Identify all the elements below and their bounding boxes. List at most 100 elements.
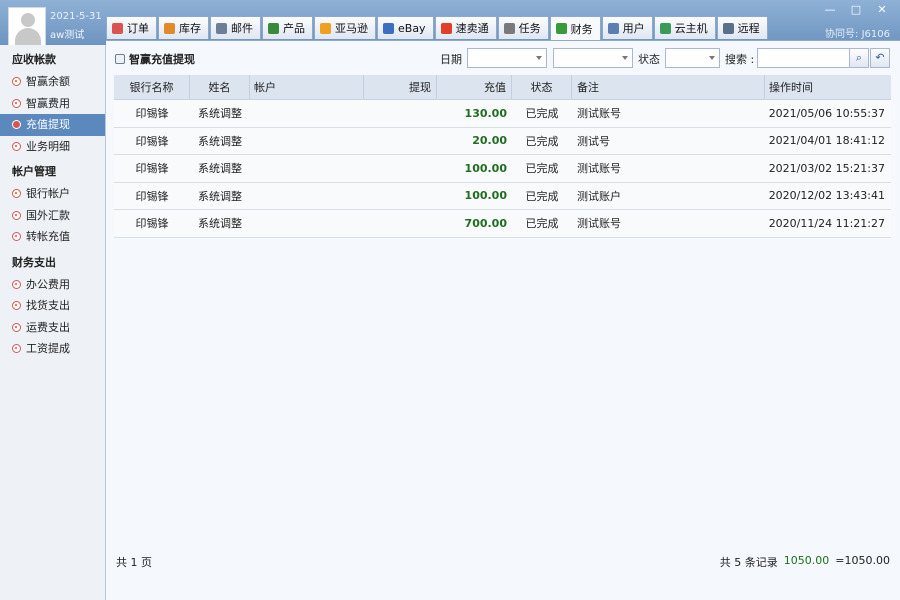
module-tabs: 订单 库存 邮件 产品 亚马逊 eBay 速卖通 任务 财务 用户 云主机 远程 xyxy=(106,16,769,40)
sidebar-item[interactable]: 找货支出 xyxy=(0,295,105,317)
sidebar-item[interactable]: 银行帐户 xyxy=(0,183,105,205)
main-panel: 智赢充值提现 日期 状态 搜索 : ⌕ ↶ 银行名称 姓名 帐户 提现 充值 状… xyxy=(106,40,900,600)
tab-aliexpress[interactable]: 速卖通 xyxy=(434,16,497,39)
tab-finance[interactable]: 财务 xyxy=(549,16,601,40)
col-note[interactable]: 备注 xyxy=(572,75,765,99)
sidebar-item-label: 办公费用 xyxy=(26,277,70,291)
product-icon xyxy=(268,22,279,34)
table-row[interactable]: 印锡锋 系统调整 100.00 已完成 测试账号 2021/03/02 15:21:37 xyxy=(114,155,891,183)
back-arrow-icon: ↶ xyxy=(875,51,885,64)
minimize-button[interactable]: — xyxy=(822,3,838,17)
sidebar-item[interactable]: 智赢费用 xyxy=(0,93,105,115)
mail-icon xyxy=(216,22,227,34)
maximize-button[interactable]: □ xyxy=(848,3,864,17)
inventory-icon xyxy=(164,22,175,34)
sidebar-item-label: 运费支出 xyxy=(26,320,70,334)
sidebar-item[interactable]: 业务明细 xyxy=(0,136,105,158)
cell-bank: 印锡锋 xyxy=(135,107,169,121)
search-button[interactable]: ⌕ xyxy=(849,48,869,68)
cell-bank: 印锡锋 xyxy=(135,134,169,148)
tab-product[interactable]: 产品 xyxy=(262,16,313,39)
col-withdraw[interactable]: 提现 xyxy=(364,75,437,99)
sidebar-section-title: 财务支出 xyxy=(12,255,56,269)
bullet-icon xyxy=(12,120,21,130)
bullet-icon xyxy=(12,279,21,289)
bullet-icon xyxy=(12,210,21,220)
page-title: 智赢充值提现 xyxy=(115,51,195,67)
tab-user[interactable]: 用户 xyxy=(601,16,653,39)
tab-label: 订单 xyxy=(127,22,149,35)
sidebar-item[interactable]: 工资提成 xyxy=(0,338,105,360)
bullet-icon xyxy=(12,232,21,242)
chevron-down-icon xyxy=(622,56,628,60)
table-row[interactable]: 印锡锋 系统调整 130.00 已完成 测试账号 2021/05/06 10:55:37 xyxy=(114,100,891,128)
bullet-icon xyxy=(12,322,21,332)
table-row[interactable]: 印锡锋 系统调整 100.00 已完成 测试账户 2020/12/02 13:43:41 xyxy=(114,182,891,210)
col-charge[interactable]: 充值 xyxy=(437,75,512,99)
sidebar-item[interactable]: 转帐充值 xyxy=(0,226,105,248)
sidebar-item[interactable]: 充值提现 xyxy=(0,114,105,136)
cell-account xyxy=(250,183,364,210)
tab-label: 亚马逊 xyxy=(335,22,368,35)
cell-time: 2020/12/02 13:43:41 xyxy=(768,189,885,203)
cell-time: 2021/03/02 15:21:37 xyxy=(768,161,885,175)
sidebar-item[interactable]: 运费支出 xyxy=(0,317,105,339)
tab-remote[interactable]: 远程 xyxy=(716,16,768,39)
record-count: 共 5 条记录 xyxy=(719,556,778,569)
date-to-select[interactable] xyxy=(553,48,633,68)
col-status[interactable]: 状态 xyxy=(512,75,572,99)
cell-status: 已完成 xyxy=(525,162,559,176)
tab-label: 用户 xyxy=(622,22,645,35)
col-bank-name[interactable]: 银行名称 xyxy=(114,75,190,99)
tab-cloud-host[interactable]: 云主机 xyxy=(653,16,716,39)
sidebar-item-label: 业务明细 xyxy=(26,139,70,153)
page-title-text: 智赢充值提现 xyxy=(129,53,195,66)
col-time[interactable]: 操作时间 xyxy=(765,75,891,99)
tab-inventory[interactable]: 库存 xyxy=(158,16,209,39)
date-from-select[interactable] xyxy=(467,48,547,68)
total-amount: =1050.00 xyxy=(835,554,890,567)
sidebar-item[interactable]: 办公费用 xyxy=(0,274,105,296)
tab-label: 远程 xyxy=(737,22,760,35)
cell-note: 测试号 xyxy=(577,134,610,148)
close-button[interactable]: ✕ xyxy=(874,3,890,17)
agent-number: 协同号: J6106 xyxy=(825,29,890,40)
sidebar-item[interactable]: 智赢余额 xyxy=(0,71,105,93)
tab-order[interactable]: 订单 xyxy=(106,16,157,39)
aliexpress-icon xyxy=(440,22,452,34)
remote-icon xyxy=(722,22,734,34)
bullet-icon xyxy=(12,98,21,108)
sidebar-item-label: 智赢费用 xyxy=(26,96,70,110)
col-name[interactable]: 姓名 xyxy=(190,75,250,99)
back-button[interactable]: ↶ xyxy=(870,48,890,68)
bullet-icon xyxy=(12,189,21,199)
table-row[interactable]: 印锡锋 系统调整 20.00 已完成 测试号 2021/04/01 18:41:12 xyxy=(114,127,891,155)
tab-ebay[interactable]: eBay xyxy=(377,16,434,39)
tab-label: 任务 xyxy=(518,22,541,35)
search-input[interactable] xyxy=(757,48,850,68)
tab-task[interactable]: 任务 xyxy=(497,16,549,39)
cell-note: 测试账号 xyxy=(577,107,621,121)
page-title-icon xyxy=(115,54,125,64)
tab-label: 邮件 xyxy=(231,22,253,35)
cell-status: 已完成 xyxy=(525,107,559,121)
bullet-icon xyxy=(12,344,21,354)
avatar[interactable] xyxy=(8,7,46,46)
chevron-down-icon xyxy=(536,56,542,60)
search-label: 搜索 : xyxy=(725,53,755,66)
cell-charge: 100.00 xyxy=(464,189,507,203)
cell-name: 系统调整 xyxy=(198,189,242,203)
col-account[interactable]: 帐户 xyxy=(250,75,364,99)
cell-withdraw xyxy=(364,128,437,155)
cell-bank: 印锡锋 xyxy=(135,162,169,176)
status-select[interactable] xyxy=(665,48,720,68)
tab-amazon[interactable]: 亚马逊 xyxy=(314,16,376,39)
tab-mail[interactable]: 邮件 xyxy=(210,16,261,39)
sidebar-section-title: 帐户管理 xyxy=(12,165,56,178)
sidebar-item[interactable]: 国外汇款 xyxy=(0,205,105,227)
order-icon xyxy=(112,22,123,34)
cell-name: 系统调整 xyxy=(198,162,242,176)
table-row[interactable]: 印锡锋 系统调整 700.00 已完成 测试账号 2020/11/24 11:21:27 xyxy=(114,210,891,238)
cell-time: 2020/11/24 11:21:27 xyxy=(768,216,885,230)
sidebar-item-label: 充值提现 xyxy=(26,118,70,132)
